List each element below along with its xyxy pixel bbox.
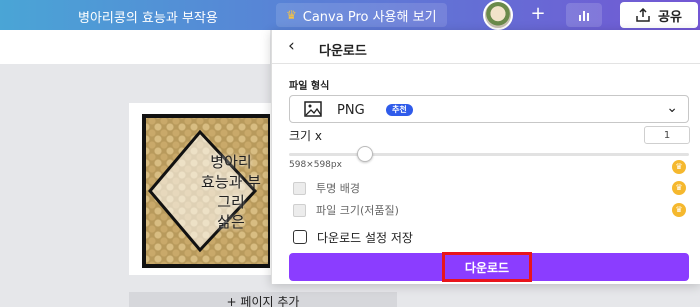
canvas-text-line: 효능과 부 — [201, 173, 261, 191]
canvas-text-line: 그리 — [217, 193, 245, 211]
avatar[interactable] — [483, 0, 513, 30]
pro-crown-icon: ♛ — [672, 203, 686, 217]
back-chevron-icon[interactable]: ‹ — [288, 36, 295, 56]
chevron-down-icon: ⌄ — [666, 100, 678, 116]
file-type-value: PNG — [337, 103, 365, 118]
canvas-text-line: 병아리 — [210, 153, 252, 171]
top-bar: 병아리콩의 효능과 부작용 ♛ Canva Pro 사용해 보기 + 공유 — [0, 0, 700, 30]
dimensions-text: 598×598px — [289, 160, 342, 170]
transparent-background-option[interactable]: 투명 배경 — [293, 181, 360, 195]
try-canva-pro-label: Canva Pro 사용해 보기 — [302, 9, 437, 25]
low-quality-option[interactable]: 파일 크기(저품질) — [293, 203, 399, 217]
canvas-text[interactable]: 병아리 효능과 부 그리 삶은 — [186, 152, 276, 232]
size-slider-thumb[interactable] — [357, 146, 373, 162]
crown-icon: ♛ — [286, 8, 297, 22]
save-settings-label: 다운로드 설정 저장 — [317, 230, 413, 245]
size-input[interactable] — [644, 126, 690, 144]
insights-button[interactable] — [566, 3, 602, 27]
pro-crown-icon: ♛ — [672, 160, 686, 174]
transparent-background-checkbox[interactable] — [293, 181, 306, 195]
share-label: 공유 — [658, 9, 682, 25]
download-panel: ‹ 다운로드 파일 형식 PNG 추천 ⌄ 크기 x 598×598px ♛ 투… — [271, 30, 700, 284]
document-title[interactable]: 병아리콩의 효능과 부작용 — [78, 7, 218, 26]
add-page-button[interactable]: + 페이지 추가 — [129, 292, 397, 307]
file-type-label: 파일 형식 — [289, 81, 330, 92]
canvas-text-line: 삶은 — [217, 213, 245, 231]
page-header-strip — [0, 30, 270, 64]
low-quality-checkbox[interactable] — [293, 203, 306, 217]
download-button[interactable]: 다운로드 — [442, 252, 532, 282]
invite-button[interactable]: + — [526, 2, 550, 26]
panel-title: 다운로드 — [319, 44, 367, 59]
bar-chart-icon — [579, 15, 581, 21]
save-settings-checkbox[interactable] — [293, 230, 307, 244]
save-settings-option[interactable]: 다운로드 설정 저장 — [293, 230, 413, 245]
file-type-select[interactable]: PNG 추천 ⌄ — [289, 95, 689, 123]
try-canva-pro-button[interactable]: ♛ Canva Pro 사용해 보기 — [276, 3, 447, 27]
image-icon — [304, 101, 322, 117]
transparent-background-label: 투명 배경 — [316, 182, 360, 195]
panel-header: ‹ 다운로드 — [272, 30, 700, 64]
upload-icon — [636, 8, 650, 22]
pro-crown-icon: ♛ — [672, 181, 686, 195]
size-label: 크기 x — [289, 129, 322, 143]
size-slider-track[interactable] — [289, 153, 689, 156]
recommended-badge: 추천 — [386, 104, 413, 116]
share-button[interactable]: 공유 — [620, 2, 698, 28]
low-quality-label: 파일 크기(저품질) — [316, 204, 399, 217]
